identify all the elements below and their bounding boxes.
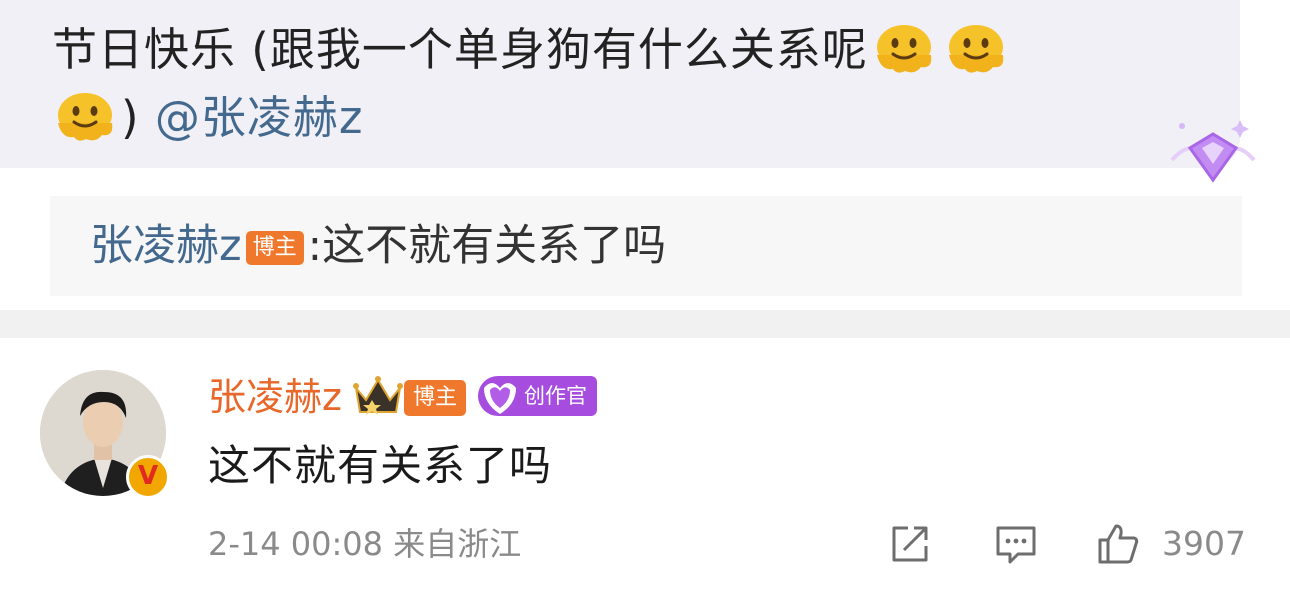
creator-badge-label: 创作官: [523, 384, 587, 408]
comment-author-row: 张凌赫z 博主 创作官: [208, 372, 597, 422]
blogger-badge: 博主: [245, 231, 304, 265]
quoted-comment-text-part2: ): [121, 91, 140, 144]
comment-item: V 张凌赫z 博主 创作官 这不就有关系了吗 2-14 00:08 来自浙江 3…: [0, 338, 1290, 590]
reply-text: 这不就有关系了吗: [322, 221, 667, 271]
comment-text: 这不就有关系了吗: [208, 441, 553, 490]
reply-author-name[interactable]: 张凌赫z: [90, 221, 242, 271]
section-divider: [0, 310, 1290, 338]
share-icon[interactable]: [888, 522, 932, 566]
mention-link[interactable]: @张凌赫z: [155, 91, 364, 144]
melting-face-emoji: [58, 93, 113, 141]
verified-badge: V: [126, 455, 170, 499]
author-reply: 张凌赫z 博主:这不就有关系了吗: [90, 218, 666, 274]
comment-bubble[interactable]: 节日快乐 (跟我一个单身狗有什么关系呢 ) @张凌赫z: [0, 0, 1240, 168]
reply-separator: :: [307, 221, 323, 271]
comment-icon[interactable]: [994, 522, 1038, 566]
author-reply-box[interactable]: 张凌赫z 博主:这不就有关系了吗: [50, 196, 1242, 296]
diamond-gem-icon: [1170, 120, 1256, 183]
creator-badge[interactable]: 创作官: [477, 376, 597, 416]
crown-icon: [352, 376, 403, 415]
verified-mark: V: [137, 461, 159, 491]
creator-badge-icon: [483, 383, 516, 414]
quoted-comment-text: 节日快乐 (跟我一个单身狗有什么关系呢 ) @张凌赫z: [52, 16, 1182, 152]
comment-actions: 3907: [0, 522, 1290, 566]
like-count: 3907: [1162, 524, 1246, 563]
blogger-badge: 博主: [403, 380, 466, 416]
like-icon[interactable]: [1096, 522, 1140, 566]
comment-author-name[interactable]: 张凌赫z: [208, 372, 342, 422]
quoted-comment-card: 节日快乐 (跟我一个单身狗有什么关系呢 ) @张凌赫z 张凌赫z 博主:这不就…: [0, 0, 1290, 310]
melting-face-emoji: [876, 25, 932, 73]
melting-face-emoji: [948, 25, 1004, 73]
quoted-comment-text-part1: 节日快乐 (跟我一个单身狗有什么关系呢: [52, 23, 868, 76]
